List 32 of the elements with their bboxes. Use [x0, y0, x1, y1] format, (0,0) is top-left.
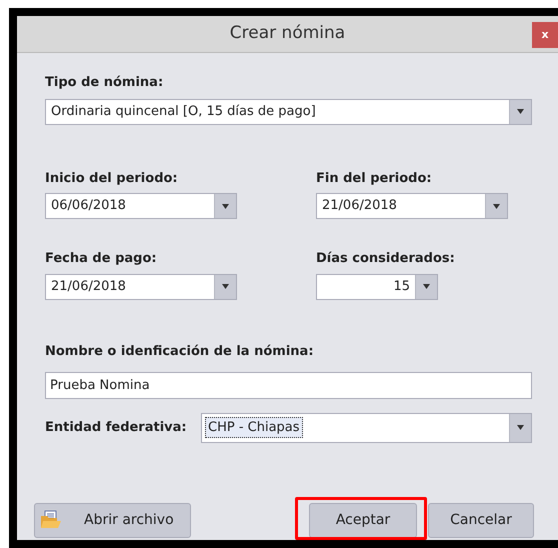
field-label: Fin del periodo:	[316, 170, 433, 188]
dropdown-button[interactable]	[485, 194, 507, 218]
folder-icon	[40, 510, 62, 530]
dropdown-button[interactable]	[509, 414, 531, 442]
field-label: Inicio del periodo:	[45, 170, 179, 188]
caret-icon	[517, 109, 524, 114]
date-picker[interactable]: 21/06/2018	[45, 274, 237, 300]
field-label: Tipo de nómina:	[45, 74, 164, 92]
caret-icon	[517, 425, 524, 430]
field-label: Entidad federativa:	[45, 418, 188, 437]
dialog-button[interactable]: Aceptar	[309, 502, 417, 538]
dialog-button[interactable]: Cancelar	[428, 502, 534, 538]
caret-icon	[222, 284, 229, 289]
date-picker[interactable]: 21/06/2018	[316, 193, 508, 219]
dropdown-button[interactable]	[509, 100, 531, 124]
payroll-type-dropdown[interactable]: Ordinaria quincenal [O, 15 días de pago]	[45, 98, 532, 124]
caret-icon	[423, 284, 430, 289]
dropdown-button[interactable]	[214, 194, 236, 218]
caret-icon	[493, 204, 500, 208]
caret-icon	[222, 204, 229, 208]
open-file-button[interactable]: Abrir archivo	[34, 502, 191, 538]
field-label: Fecha de pago:	[45, 250, 158, 268]
dropdown-button[interactable]	[214, 274, 236, 298]
close-button[interactable]: x	[532, 22, 558, 48]
field-label: Días considerados:	[316, 250, 455, 268]
dropdown-button[interactable]	[415, 274, 437, 298]
window-title: Crear nómina	[230, 22, 346, 46]
field-label: Nombre o idenficación de la nómina:	[45, 344, 314, 358]
name-field[interactable]: Prueba Nomina	[45, 372, 532, 398]
date-picker[interactable]: 06/06/2018	[45, 193, 237, 219]
state-dropdown[interactable]: CHP - Chiapas	[201, 412, 532, 442]
days-dropdown[interactable]: 15	[316, 274, 438, 300]
